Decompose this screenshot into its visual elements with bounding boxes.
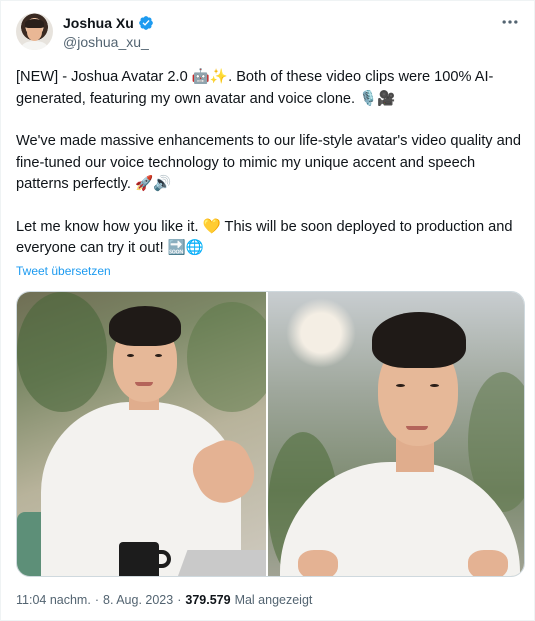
views-label: Mal angezeigt [234, 593, 313, 607]
more-options-icon[interactable] [500, 12, 520, 32]
video-clip-right[interactable] [268, 292, 524, 576]
footer-separator: · [94, 593, 99, 607]
tweet-footer: 11:04 nachm. · 8. Aug. 2023 · 379.579 Ma… [16, 593, 312, 607]
tweet-text: [NEW] - Joshua Avatar 2.0 🤖✨. Both of th… [16, 67, 528, 260]
tweet-paragraph-1: [NEW] - Joshua Avatar 2.0 🤖✨. Both of th… [16, 69, 494, 107]
author-name-row: Joshua Xu [63, 15, 154, 31]
video-clip-left[interactable] [17, 292, 267, 576]
verified-badge-icon [138, 16, 153, 30]
tweet-paragraph-2: We've made massive enhancements to our l… [16, 133, 521, 192]
tweet-time[interactable]: 11:04 nachm. [16, 593, 91, 607]
author-display-name[interactable]: Joshua Xu [63, 15, 134, 31]
translate-tweet-link[interactable]: Tweet übersetzen [16, 264, 111, 278]
views-count: 379.579 [185, 593, 231, 607]
author-handle[interactable]: @joshua_xu_ [63, 34, 149, 50]
more-horizontal-icon [502, 20, 518, 24]
media-grid [16, 291, 525, 577]
tweet-date[interactable]: 8. Aug. 2023 [103, 593, 173, 607]
tweet-card: Joshua Xu @joshua_xu_ [NEW] - Joshua Ava… [0, 0, 535, 621]
author-avatar[interactable] [16, 13, 53, 50]
footer-separator: · [177, 593, 182, 607]
tweet-paragraph-3: Let me know how you like it. 💛 This will… [16, 218, 513, 257]
